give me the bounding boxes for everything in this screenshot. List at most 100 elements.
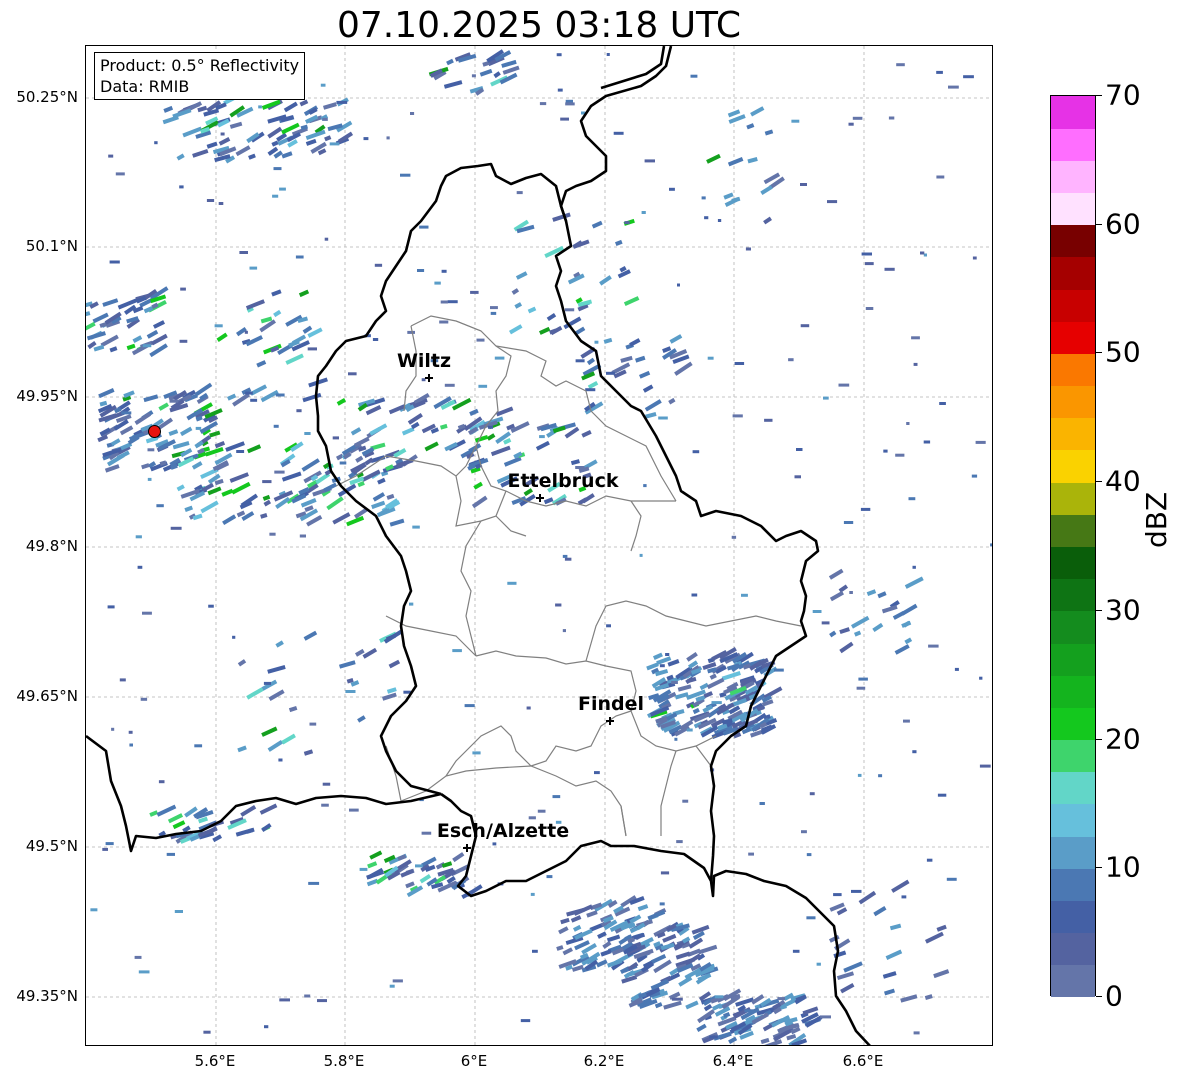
reflectivity-echo xyxy=(527,306,537,314)
reflectivity-echo xyxy=(195,426,202,430)
canton-borders xyxy=(335,315,802,837)
reflectivity-echoes xyxy=(86,49,992,1045)
colorbar-tick-label: 40 xyxy=(1105,464,1141,498)
reflectivity-echo xyxy=(696,1023,707,1032)
reflectivity-echo xyxy=(933,969,950,979)
colorbar-segment xyxy=(1051,96,1095,129)
reflectivity-echo xyxy=(606,934,621,943)
reflectivity-echo xyxy=(659,664,665,668)
reflectivity-echo xyxy=(866,589,877,596)
reflectivity-echo xyxy=(692,450,700,454)
reflectivity-echo xyxy=(281,151,293,159)
reflectivity-echo xyxy=(388,659,401,669)
reflectivity-echo xyxy=(936,70,943,74)
city-label-esch-alzette: Esch/Alzette xyxy=(436,820,570,842)
radar-map[interactable] xyxy=(85,45,993,1046)
reflectivity-echo xyxy=(102,298,119,307)
product-label: Product: 0.5° Reflectivity xyxy=(100,56,300,75)
reflectivity-echo xyxy=(324,135,332,142)
reflectivity-echo xyxy=(170,526,182,530)
reflectivity-echo xyxy=(141,463,150,470)
reflectivity-echo xyxy=(759,802,765,805)
reflectivity-echo xyxy=(371,500,386,510)
lat-tick-label: 49.95°N xyxy=(16,387,78,405)
reflectivity-echo xyxy=(653,652,663,660)
reflectivity-echo xyxy=(237,745,247,753)
reflectivity-echo xyxy=(377,477,386,485)
reflectivity-echo xyxy=(322,782,331,786)
reflectivity-echo xyxy=(906,422,910,425)
reflectivity-echo xyxy=(121,411,132,415)
reflectivity-echo xyxy=(245,391,253,395)
reflectivity-echo xyxy=(639,370,651,379)
reflectivity-echo xyxy=(539,435,545,439)
reflectivity-echo xyxy=(912,565,916,569)
city-label-wiltz: Wiltz xyxy=(396,350,452,372)
reflectivity-echo xyxy=(606,624,611,628)
reflectivity-echo xyxy=(309,722,317,726)
reflectivity-echo xyxy=(490,311,497,315)
reflectivity-echo xyxy=(586,357,596,366)
reflectivity-echo xyxy=(412,525,420,529)
reflectivity-echo xyxy=(237,659,247,667)
colorbar-segment xyxy=(1051,192,1095,226)
reflectivity-echo xyxy=(163,105,174,113)
colorbar-tick-label: 70 xyxy=(1105,78,1141,112)
reflectivity-echo xyxy=(415,864,423,868)
reflectivity-echo xyxy=(972,256,977,260)
lat-tick-label: 50.25°N xyxy=(16,88,78,106)
reflectivity-echo xyxy=(843,521,854,524)
reflectivity-echo xyxy=(764,418,773,422)
reflectivity-echo xyxy=(900,994,918,1003)
reflectivity-echo xyxy=(209,430,221,438)
reflectivity-echo xyxy=(322,117,328,121)
colorbar-segment xyxy=(1051,610,1095,644)
reflectivity-echo xyxy=(858,890,877,905)
reflectivity-echo xyxy=(602,940,612,949)
lon-tick-label: 6.6°E xyxy=(842,1052,884,1070)
reflectivity-echo xyxy=(200,500,219,514)
reflectivity-echo xyxy=(367,861,378,869)
reflectivity-echo xyxy=(386,493,395,500)
reflectivity-echo xyxy=(728,1036,738,1045)
reflectivity-echo xyxy=(156,504,164,508)
reflectivity-echo xyxy=(143,394,159,403)
reflectivity-echo xyxy=(682,799,689,803)
reflectivity-echo xyxy=(179,185,184,189)
colorbar-segment xyxy=(1051,449,1095,483)
reflectivity-echo xyxy=(248,153,256,160)
reflectivity-echo xyxy=(256,360,267,368)
reflectivity-echo xyxy=(93,344,105,352)
reflectivity-echo xyxy=(878,774,883,778)
reflectivity-echo xyxy=(303,749,314,756)
lon-tick-label: 5.8°E xyxy=(323,1052,365,1070)
reflectivity-echo xyxy=(678,976,693,987)
reflectivity-echo xyxy=(587,381,599,390)
reflectivity-echo xyxy=(470,290,479,294)
reflectivity-echo xyxy=(279,998,290,1002)
reflectivity-echo xyxy=(366,878,379,887)
reflectivity-echo xyxy=(603,337,613,344)
colorbar-segment xyxy=(1051,643,1095,676)
lat-tick-label: 49.5°N xyxy=(25,837,78,855)
reflectivity-echo xyxy=(176,484,185,492)
reflectivity-echo xyxy=(369,423,388,436)
reflectivity-echo xyxy=(472,751,481,755)
reflectivity-echo xyxy=(560,117,569,121)
map-canvas xyxy=(86,46,992,1045)
reflectivity-echo xyxy=(372,338,379,341)
reflectivity-echo xyxy=(564,308,575,312)
reflectivity-echo xyxy=(904,637,913,645)
colorbar-segment xyxy=(1051,836,1095,869)
reflectivity-echo xyxy=(801,830,807,834)
reflectivity-echo xyxy=(800,324,810,328)
reflectivity-echo xyxy=(381,692,397,701)
reflectivity-echo xyxy=(302,392,322,403)
reflectivity-echo xyxy=(827,200,838,204)
reflectivity-echo xyxy=(246,687,264,700)
lat-tick-label: 49.35°N xyxy=(16,987,78,1005)
reflectivity-echo xyxy=(216,332,228,342)
reflectivity-echo xyxy=(877,591,887,599)
reflectivity-echo xyxy=(570,915,582,923)
reflectivity-echo xyxy=(158,402,169,411)
